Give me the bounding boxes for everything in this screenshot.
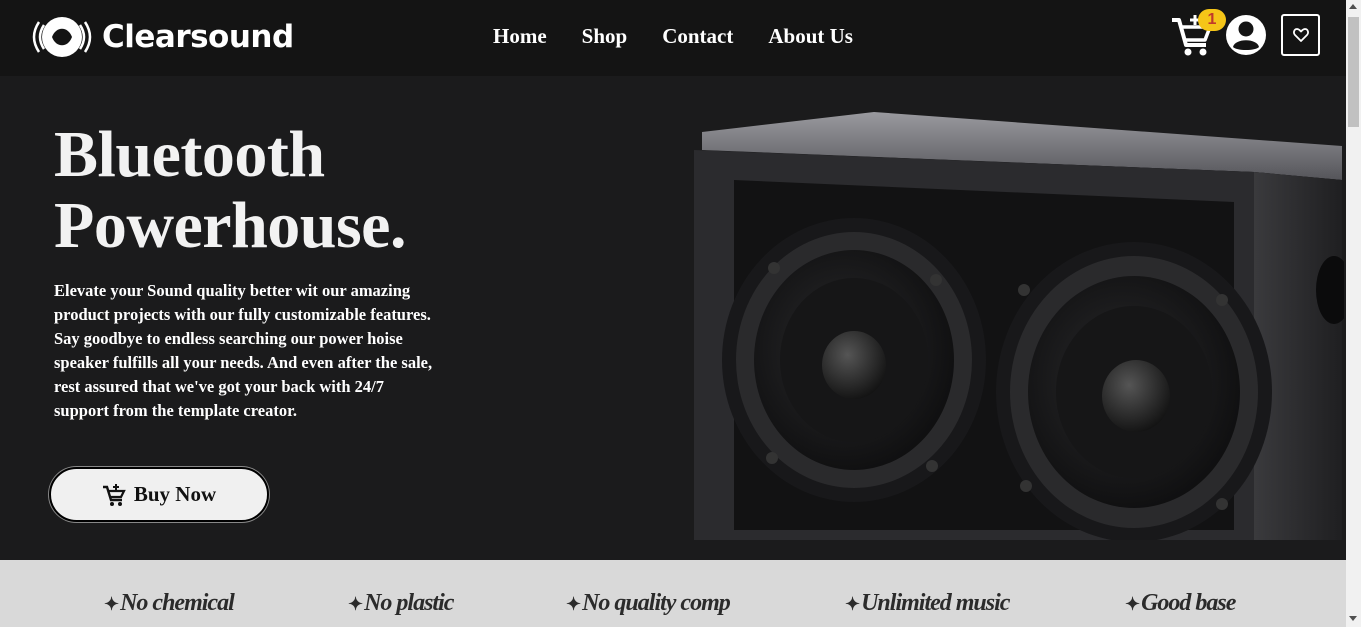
wishlist-button[interactable] xyxy=(1281,14,1320,56)
brand-name: Clearsound xyxy=(102,19,294,55)
nav-shop[interactable]: Shop xyxy=(582,24,628,49)
feature-item: ✦Unlimited music xyxy=(845,590,1010,617)
brand-logo[interactable]: Clearsound xyxy=(30,16,294,58)
feature-label: No plastic xyxy=(364,590,454,616)
features-bar: ✦No chemical ✦No plastic ✦No quality com… xyxy=(0,560,1346,627)
scroll-up-arrow-icon[interactable] xyxy=(1349,4,1357,9)
user-circle-icon xyxy=(1226,15,1266,55)
hero-description: Elevate your Sound quality better wit ou… xyxy=(54,281,433,420)
vertical-scrollbar[interactable] xyxy=(1346,0,1361,627)
feature-item: ✦No plastic xyxy=(348,590,454,617)
nav-contact[interactable]: Contact xyxy=(662,24,733,49)
speaker-product-image xyxy=(694,112,1344,540)
feature-item: ✦No chemical xyxy=(104,590,235,617)
nav-home[interactable]: Home xyxy=(493,24,547,49)
sparkle-icon: ✦ xyxy=(1125,594,1140,614)
heart-icon xyxy=(1292,28,1309,42)
main-nav: Home Shop Contact About Us xyxy=(493,24,888,49)
scrollbar-thumb[interactable] xyxy=(1348,17,1359,127)
hero-section: Bluetooth Powerhouse. Elevate your Sound… xyxy=(0,76,1346,560)
sparkle-icon: ✦ xyxy=(845,594,860,614)
feature-label: No chemical xyxy=(120,590,235,616)
user-account-button[interactable] xyxy=(1225,14,1267,56)
feature-label: Unlimited music xyxy=(861,590,1010,616)
buy-now-button[interactable]: Buy Now xyxy=(49,467,269,522)
sparkle-icon: ✦ xyxy=(348,594,363,614)
feature-item: ✦No quality comp xyxy=(566,590,731,617)
buy-now-label: Buy Now xyxy=(133,482,217,506)
speaker-waves-logo-icon xyxy=(32,17,92,57)
hero-title: Bluetooth Powerhouse. xyxy=(54,119,406,261)
nav-about-us[interactable]: About Us xyxy=(768,24,853,49)
sparkle-icon: ✦ xyxy=(566,594,581,614)
navbar: Clearsound Home Shop Contact About Us 1 xyxy=(0,0,1346,76)
feature-label: No quality comp xyxy=(582,590,731,616)
hero-title-line2: Powerhouse. xyxy=(54,189,406,262)
scroll-down-arrow-icon[interactable] xyxy=(1349,616,1357,621)
feature-item: ✦Good base xyxy=(1125,590,1236,617)
cart-button[interactable]: 1 xyxy=(1170,9,1226,58)
hero-title-line1: Bluetooth xyxy=(54,118,325,191)
cart-plus-icon xyxy=(102,483,126,506)
sparkle-icon: ✦ xyxy=(104,594,119,614)
feature-label: Good base xyxy=(1141,590,1236,616)
cart-count-badge: 1 xyxy=(1198,9,1226,31)
